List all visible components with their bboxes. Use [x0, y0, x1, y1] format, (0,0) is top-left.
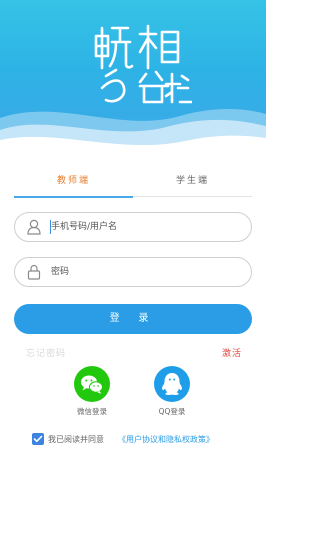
username-field[interactable]	[14, 212, 252, 242]
tab-student[interactable]: 学生端	[133, 168, 252, 197]
lock-icon	[27, 264, 41, 280]
qq-login-label: QQ登录	[158, 407, 186, 416]
wechat-login-label: 微信登录	[77, 407, 107, 416]
activate-link[interactable]: 激活	[222, 346, 242, 359]
user-icon	[27, 219, 41, 235]
wechat-icon	[81, 375, 103, 394]
qq-login-button[interactable]: QQ登录	[144, 366, 200, 417]
agreement-prefix: 我已阅读并同意	[48, 435, 104, 444]
login-button[interactable]: 登 录	[14, 304, 252, 334]
check-icon	[33, 435, 43, 443]
username-input[interactable]	[51, 218, 237, 236]
agreement-checkbox[interactable]	[32, 433, 44, 445]
header-banner	[0, 0, 266, 160]
wechat-login-button[interactable]: 微信登录	[64, 366, 120, 417]
password-field[interactable]	[14, 257, 252, 287]
password-input[interactable]	[51, 263, 237, 281]
qq-icon	[162, 373, 182, 396]
privacy-policy-link[interactable]: 《用户协议和隐私权政策》	[118, 434, 214, 445]
forgot-password-link[interactable]: 忘记密码	[26, 346, 66, 359]
tab-teacher[interactable]: 教师端	[14, 168, 133, 198]
app-logo	[94, 24, 192, 104]
role-tabs: 教师端 学生端	[14, 168, 252, 198]
